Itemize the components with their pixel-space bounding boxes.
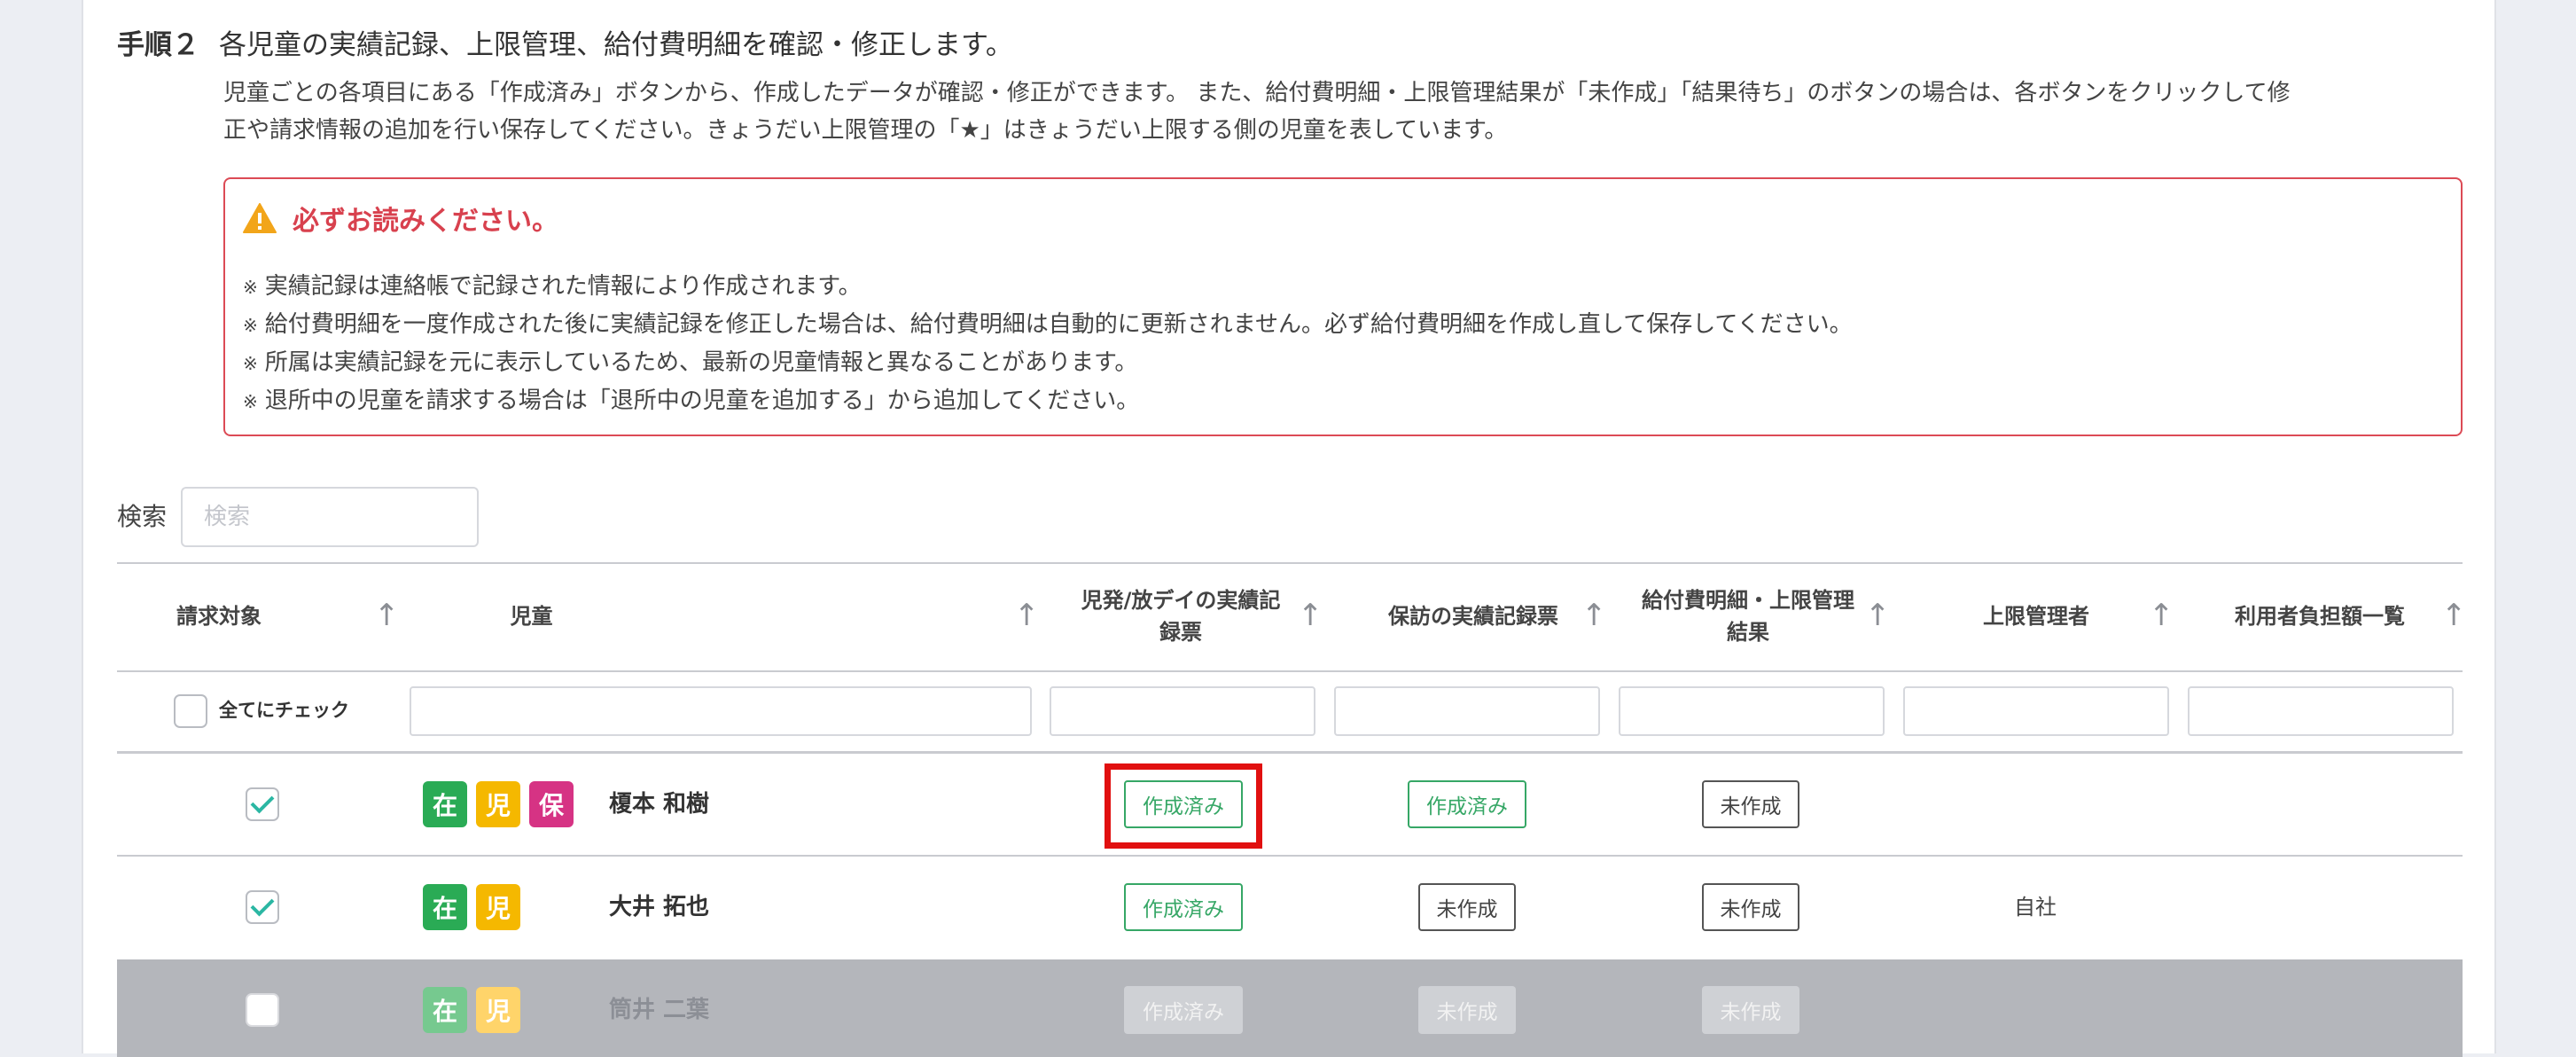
notice-item: ※ 所属は実績記録を元に表示しているため、最新の児童情報と異なることがあります。 — [243, 349, 1138, 376]
hoho-record-button[interactable]: 未作成 — [1418, 986, 1516, 1034]
step-title: 各児童の実績記録、上限管理、給付費明細を確認・修正します。 — [219, 29, 1013, 61]
status-badge-ji: 児 — [476, 781, 520, 827]
sort-arrow-icon[interactable]: ↑ — [374, 598, 400, 633]
status-badge-ji: 児 — [476, 884, 520, 930]
step-description-line: 正や請求情報の追加を行い保存してください。きょうだい上限管理の「★」はきょうだい… — [223, 117, 1508, 144]
column-header-child[interactable]: 児童 — [410, 562, 653, 670]
kyufu-button[interactable]: 未作成 — [1702, 780, 1799, 828]
column-header-jihatsu[interactable]: 児発/放デイの実績記 録票 — [1066, 562, 1296, 670]
child-name[interactable]: 榎本 和樹 — [609, 787, 709, 822]
status-badge-zai: 在 — [423, 987, 467, 1033]
sort-arrow-icon[interactable]: ↑ — [1298, 598, 1323, 633]
sort-arrow-icon[interactable]: ↑ — [2149, 598, 2174, 633]
filter-burden-input[interactable] — [2188, 686, 2454, 736]
status-badge-ho: 保 — [529, 781, 574, 827]
notice-item: ※ 実績記録は連絡帳で記録された情報により作成されます。 — [243, 273, 862, 300]
header-divider — [117, 670, 2463, 672]
sort-arrow-icon[interactable]: ↑ — [1581, 598, 1607, 633]
sort-arrow-icon[interactable]: ↑ — [1865, 598, 1891, 633]
search-input[interactable] — [181, 487, 479, 547]
hoho-record-button[interactable]: 作成済み — [1408, 780, 1526, 828]
notice-item: ※ 給付費明細を一度作成された後に実績記録を修正した場合は、給付費明細は自動的に更… — [243, 311, 1853, 338]
child-name[interactable]: 大井 拓也 — [609, 889, 709, 925]
notice-header: 必ずお読みください。 — [243, 199, 558, 238]
step-description-line: 児童ごとの各項目にある「作成済み」ボタンから、作成したデータが確認・修正ができま… — [223, 80, 2291, 106]
sort-arrow-icon[interactable]: ↑ — [2441, 598, 2467, 633]
column-header-hoho[interactable]: 保訪の実績記録票 — [1358, 562, 1589, 670]
filter-kyufu-input[interactable] — [1619, 686, 1885, 736]
column-header-burden[interactable]: 利用者負担額一覧 — [2191, 562, 2448, 670]
warning-icon — [243, 203, 277, 233]
kyufu-button[interactable]: 未作成 — [1702, 986, 1799, 1034]
check-all-checkbox[interactable] — [174, 694, 207, 728]
status-badge-ji: 児 — [476, 987, 520, 1033]
limit-manager-value: 自社 — [2014, 895, 2057, 920]
notice-box: 必ずお読みください。 ※ 実績記録は連絡帳で記録された情報により作成されます。 ※… — [223, 177, 2463, 436]
filter-manager-input[interactable] — [1903, 686, 2169, 736]
filter-child-input[interactable] — [410, 686, 1032, 736]
jihatsu-record-button[interactable]: 作成済み — [1124, 986, 1243, 1034]
status-badge-zai: 在 — [423, 781, 467, 827]
row-checkbox[interactable] — [246, 993, 279, 1027]
notice-list: ※ 実績記録は連絡帳で記録された情報により作成されます。 ※ 給付費明細を一度作成さ… — [243, 268, 1853, 420]
sort-arrow-icon[interactable]: ↑ — [1014, 598, 1040, 633]
notice-item: ※ 退所中の児童を請求する場合は「退所中の児童を追加する」から追加してください。 — [243, 388, 1140, 414]
table-row: 在 児 保 榎本 和樹 作成済み 作成済み 未作成 — [117, 754, 2463, 855]
table-row: 在 児 大井 拓也 作成済み 未作成 未作成 自社 — [117, 857, 2463, 958]
jihatsu-record-button[interactable]: 作成済み — [1124, 883, 1243, 931]
child-name[interactable]: 筒井 二葉 — [609, 992, 709, 1028]
table-row-disabled: 在 児 筒井 二葉 作成済み 未作成 未作成 — [117, 959, 2463, 1057]
highlight-box — [1105, 763, 1262, 849]
row-checkbox[interactable] — [246, 890, 279, 924]
search-label: 検索 — [117, 502, 168, 531]
notice-title: 必ずお読みください。 — [293, 206, 558, 237]
column-header-billing[interactable]: 請求対象 — [117, 562, 321, 670]
step-heading: 手順２ 各児童の実績記録、上限管理、給付費明細を確認・修正します。 — [117, 25, 1013, 66]
filter-jihatsu-input[interactable] — [1050, 686, 1315, 736]
status-badge-zai: 在 — [423, 884, 467, 930]
filter-hoho-input[interactable] — [1334, 686, 1600, 736]
column-header-manager[interactable]: 上限管理者 — [1916, 562, 2156, 670]
step-label: 手順２ — [117, 29, 199, 61]
check-all-label: 全てにチェック — [219, 700, 349, 721]
kyufu-button[interactable]: 未作成 — [1702, 883, 1799, 931]
step-description: 児童ごとの各項目にある「作成済み」ボタンから、作成したデータが確認・修正ができま… — [223, 74, 2475, 149]
column-header-kyufu[interactable]: 給付費明細・上限管理 結果 — [1628, 562, 1868, 670]
hoho-record-button[interactable]: 未作成 — [1418, 883, 1516, 931]
row-checkbox[interactable] — [246, 787, 279, 821]
